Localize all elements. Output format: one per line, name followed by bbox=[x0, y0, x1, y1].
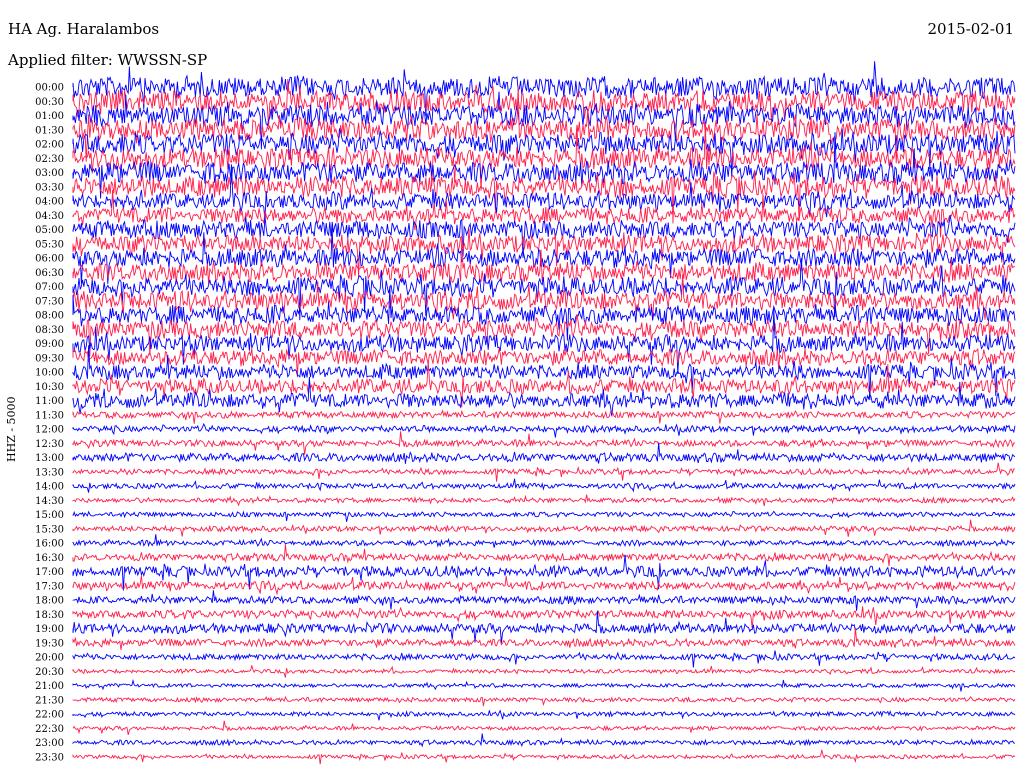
time-label: 16:00 bbox=[35, 539, 64, 550]
time-label: 23:00 bbox=[35, 738, 64, 749]
trace-line bbox=[72, 347, 1016, 378]
time-label: 08:00 bbox=[35, 311, 64, 322]
trace-line bbox=[72, 606, 1016, 629]
trace-line bbox=[72, 510, 1016, 522]
time-label: 13:30 bbox=[35, 467, 64, 478]
time-label: 11:30 bbox=[35, 410, 64, 421]
trace-line bbox=[72, 678, 1016, 692]
trace-line bbox=[72, 665, 1016, 678]
time-label: 04:00 bbox=[35, 197, 64, 208]
trace-group bbox=[72, 61, 1016, 765]
time-label: 14:00 bbox=[35, 482, 64, 493]
time-label: 10:00 bbox=[35, 368, 64, 379]
trace-line bbox=[72, 650, 1016, 668]
time-label: 22:00 bbox=[35, 710, 64, 721]
time-label: 02:00 bbox=[35, 140, 64, 151]
time-label: 10:30 bbox=[35, 382, 64, 393]
time-label: 16:30 bbox=[35, 553, 64, 564]
time-label-group: 00:00 00:30 01:00 01:30 02:00 02:30 03:00 03:30… bbox=[35, 83, 64, 764]
time-label: 17:00 bbox=[35, 567, 64, 578]
time-label: 13:00 bbox=[35, 453, 64, 464]
time-label: 22:30 bbox=[35, 724, 64, 735]
time-label: 15:00 bbox=[35, 510, 64, 521]
time-label: 03:00 bbox=[35, 168, 64, 179]
helicorder-plot: 00:00 00:30 01:00 01:30 02:00 02:30 03:00 03:30… bbox=[35, 61, 1016, 765]
time-label: 11:00 bbox=[35, 396, 64, 407]
time-label: 01:30 bbox=[35, 125, 64, 136]
trace-line bbox=[72, 720, 1016, 736]
time-label: 20:00 bbox=[35, 653, 64, 664]
time-label: 17:30 bbox=[35, 581, 64, 592]
trace-line bbox=[72, 575, 1016, 596]
trace-line bbox=[72, 519, 1016, 537]
time-label: 23:30 bbox=[35, 752, 64, 763]
time-label: 14:30 bbox=[35, 496, 64, 507]
trace-line bbox=[72, 749, 1016, 765]
trace-line bbox=[72, 308, 1016, 375]
trace-line bbox=[72, 494, 1016, 507]
trace-line bbox=[72, 733, 1016, 748]
time-label: 05:00 bbox=[35, 225, 64, 236]
time-label: 00:00 bbox=[35, 83, 64, 94]
time-label: 09:00 bbox=[35, 339, 64, 350]
trace-line bbox=[72, 478, 1016, 493]
trace-line bbox=[72, 695, 1016, 707]
time-label: 04:30 bbox=[35, 211, 64, 222]
time-label: 21:30 bbox=[35, 695, 64, 706]
time-label: 01:00 bbox=[35, 111, 64, 122]
time-label: 12:00 bbox=[35, 425, 64, 436]
trace-line bbox=[72, 534, 1016, 548]
time-label: 06:00 bbox=[35, 254, 64, 265]
trace-line bbox=[72, 462, 1016, 482]
time-label: 18:30 bbox=[35, 610, 64, 621]
trace-line bbox=[72, 610, 1016, 644]
time-label: 00:30 bbox=[35, 97, 64, 108]
trace-line bbox=[72, 544, 1016, 566]
time-label: 06:30 bbox=[35, 268, 64, 279]
trace-line bbox=[72, 627, 1016, 651]
time-label: 07:00 bbox=[35, 282, 64, 293]
trace-line bbox=[72, 376, 1016, 417]
time-label: 18:00 bbox=[35, 596, 64, 607]
trace-line bbox=[72, 442, 1016, 464]
time-label: 20:30 bbox=[35, 667, 64, 678]
time-label: 19:00 bbox=[35, 624, 64, 635]
time-label: 05:30 bbox=[35, 239, 64, 250]
time-label: 21:00 bbox=[35, 681, 64, 692]
time-label: 09:30 bbox=[35, 353, 64, 364]
time-label: 19:30 bbox=[35, 638, 64, 649]
time-label: 07:30 bbox=[35, 296, 64, 307]
trace-line bbox=[72, 431, 1015, 455]
trace-line bbox=[72, 409, 1016, 424]
time-label: 15:30 bbox=[35, 524, 64, 535]
trace-line bbox=[72, 709, 1016, 721]
trace-line bbox=[72, 286, 1016, 341]
time-label: 08:30 bbox=[35, 325, 64, 336]
trace-line bbox=[72, 422, 1016, 438]
time-label: 03:30 bbox=[35, 182, 64, 193]
time-label: 02:30 bbox=[35, 154, 64, 165]
time-label: 12:30 bbox=[35, 439, 64, 450]
